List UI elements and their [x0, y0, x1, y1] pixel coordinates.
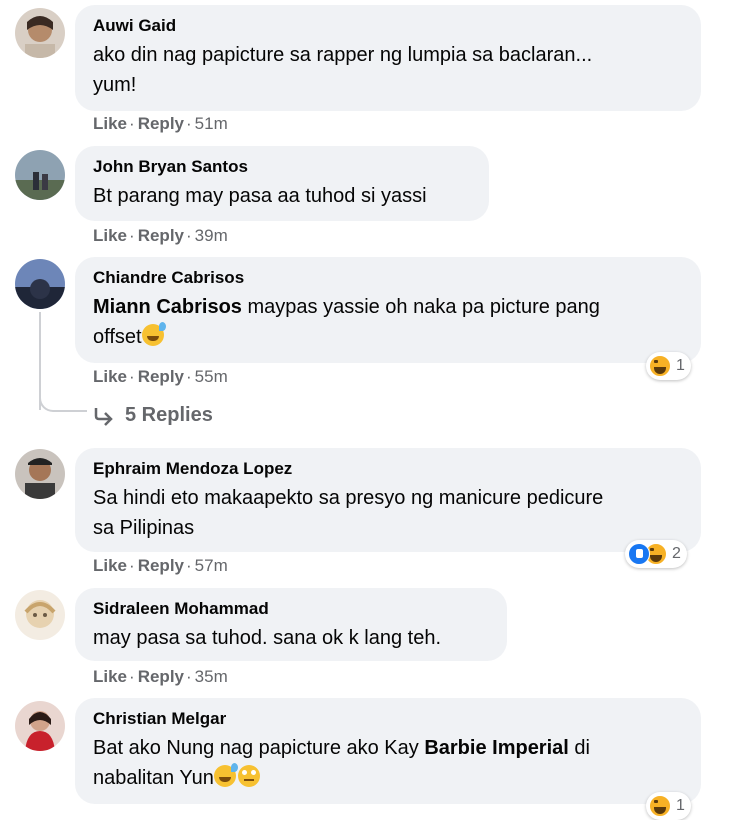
comment-bubble: Auwi Gaid ako din nag papicture sa rappe… [75, 5, 701, 111]
timestamp[interactable]: 57m [195, 556, 228, 575]
comment-text-line: Miann Cabrisos maypas yassie oh naka pa … [93, 292, 683, 322]
separator: · [129, 667, 135, 686]
comment-actions: Like · Reply · 51m [93, 113, 228, 135]
like-link[interactable]: Like [93, 226, 127, 245]
mention-link[interactable]: Barbie Imperial [424, 737, 569, 759]
comment-actions: Like · Reply · 35m [93, 666, 228, 688]
comment-text-line: yum! [93, 74, 137, 96]
timestamp[interactable]: 51m [195, 114, 228, 133]
timestamp[interactable]: 55m [195, 367, 228, 386]
comment-text-line: Sa hindi eto makaapekto sa presyo ng man… [93, 487, 604, 509]
like-link[interactable]: Like [93, 367, 127, 386]
reply-arrow-icon [94, 407, 113, 426]
comment-bubble: Christian Melgar Bat ako Nung nag papict… [75, 698, 701, 804]
avatar[interactable] [15, 150, 65, 200]
comment-text: may pasa sa tuhod. sana ok k lang teh. [93, 623, 489, 653]
separator: · [129, 114, 135, 133]
comment-actions: Like · Reply · 39m [93, 225, 228, 247]
separator: · [186, 226, 192, 245]
timestamp[interactable]: 39m [195, 226, 228, 245]
avatar[interactable] [15, 590, 65, 640]
reaction-count: 1 [676, 357, 685, 374]
comment-text-line: may pasa sa tuhod. sana ok k lang teh. [93, 627, 441, 649]
comment-author[interactable]: Chiandre Cabrisos [93, 267, 683, 289]
separator: · [186, 367, 192, 386]
separator: · [129, 556, 135, 575]
thread-curve [39, 396, 87, 412]
comment-author[interactable]: John Bryan Santos [93, 156, 471, 178]
reaction-summary[interactable]: 1 [646, 352, 691, 380]
separator: · [186, 114, 192, 133]
comment-text: Bat ako Nung nag papicture ako Kay Barbi… [93, 733, 683, 793]
comment-text: Miann Cabrisos maypas yassie oh naka pa … [93, 292, 683, 352]
reply-link[interactable]: Reply [138, 667, 184, 686]
separator: · [129, 226, 135, 245]
comment-text-line: ako din nag papicture sa rapper ng lumpi… [93, 44, 593, 66]
comment-text-span: offset [93, 326, 142, 348]
comment-author[interactable]: Auwi Gaid [93, 15, 683, 37]
avatar[interactable] [15, 449, 65, 499]
comment-text-line: Bt parang may pasa aa tuhod si yassi [93, 185, 427, 207]
comment-author[interactable]: Christian Melgar [93, 708, 683, 730]
comment-bubble: John Bryan Santos Bt parang may pasa aa … [75, 146, 489, 221]
like-link[interactable]: Like [93, 114, 127, 133]
comment-text-span: nabalitan Yun [93, 767, 214, 789]
comment-text: Bt parang may pasa aa tuhod si yassi [93, 181, 471, 211]
like-link[interactable]: Like [93, 667, 127, 686]
reply-link[interactable]: Reply [138, 226, 184, 245]
comment-author[interactable]: Ephraim Mendoza Lopez [93, 458, 683, 480]
reply-link[interactable]: Reply [138, 367, 184, 386]
like-reaction-icon [628, 543, 650, 565]
timestamp[interactable]: 35m [195, 667, 228, 686]
comment-text-line: nabalitan Yun [93, 763, 683, 793]
eye-roll-emoji-icon [237, 765, 260, 787]
comment-text-span: di [568, 737, 590, 759]
comment-author[interactable]: Sidraleen Mohammad [93, 598, 489, 620]
haha-reaction-icon [649, 355, 671, 377]
reaction-summary[interactable]: 2 [625, 540, 687, 568]
separator: · [186, 667, 192, 686]
comment-text-span: Bat ako Nung nag papicture ako Kay [93, 737, 425, 759]
comment-bubble: Ephraim Mendoza Lopez Sa hindi eto makaa… [75, 448, 701, 552]
comment-text-line: sa Pilipinas [93, 517, 195, 539]
comment-text-line: Bat ako Nung nag papicture ako Kay Barbi… [93, 733, 683, 763]
mention-link[interactable]: Miann Cabrisos [93, 296, 242, 318]
separator: · [129, 367, 135, 386]
reply-link[interactable]: Reply [138, 556, 184, 575]
reaction-count: 1 [676, 797, 685, 814]
reaction-count: 2 [672, 545, 681, 562]
comment-text-line: offset [93, 322, 683, 352]
sweat-smile-emoji-icon [141, 322, 166, 346]
reply-link[interactable]: Reply [138, 114, 184, 133]
comment-text: Sa hindi eto makaapekto sa presyo ng man… [93, 483, 683, 543]
separator: · [186, 556, 192, 575]
avatar[interactable] [15, 8, 65, 58]
haha-reaction-icon [649, 795, 671, 817]
like-link[interactable]: Like [93, 556, 127, 575]
view-replies-label: 5 Replies [125, 404, 213, 426]
reaction-summary[interactable]: 1 [646, 792, 691, 820]
avatar[interactable] [15, 259, 65, 309]
comment-bubble: Sidraleen Mohammad may pasa sa tuhod. sa… [75, 588, 507, 661]
sweat-emoji-icon [213, 763, 238, 787]
view-replies-button[interactable]: 5 Replies [93, 404, 213, 427]
comment-bubble: Chiandre Cabrisos Miann Cabrisos maypas … [75, 257, 701, 363]
comment-actions: Like · Reply · 57m [93, 555, 228, 577]
comment-actions: Like · Reply · 55m [93, 366, 228, 388]
comment-text-span: maypas yassie oh naka pa picture pang [241, 296, 600, 318]
avatar[interactable] [15, 701, 65, 751]
comment-text: ako din nag papicture sa rapper ng lumpi… [93, 40, 683, 100]
